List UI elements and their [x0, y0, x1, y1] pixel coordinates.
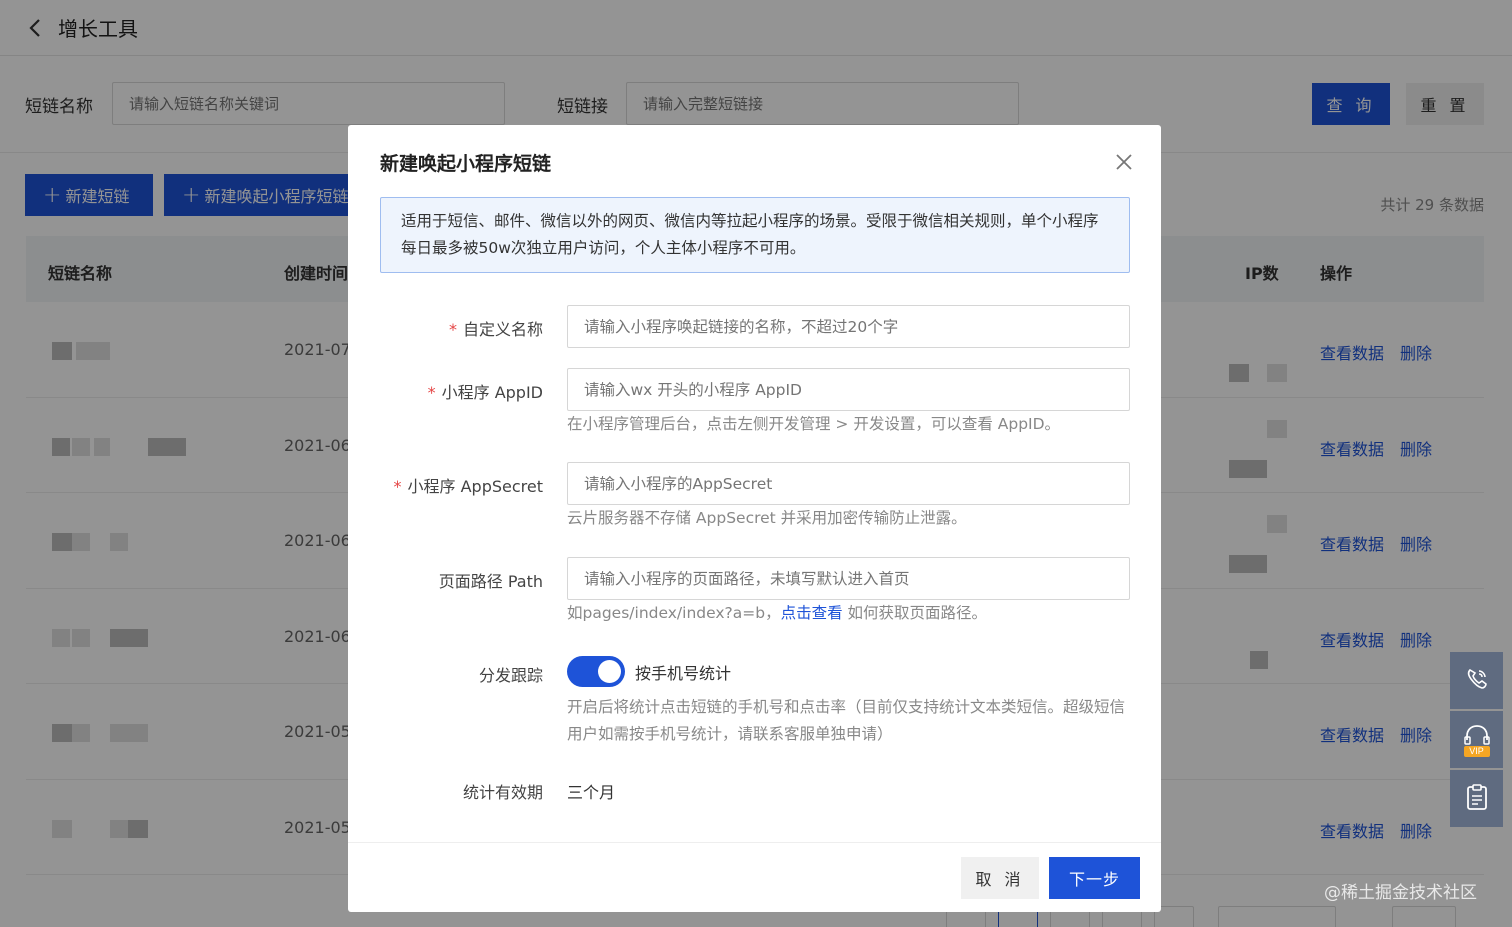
phone-icon	[1464, 666, 1490, 696]
next-step-button[interactable]: 下一步	[1049, 857, 1140, 899]
tracking-hint: 开启后将统计点击短链的手机号和点击率（目前仅支持统计文本类短信。超级短信用户如需…	[567, 698, 1126, 743]
cancel-button[interactable]: 取 消	[961, 857, 1039, 899]
vip-headset-icon: VIP	[1462, 724, 1492, 757]
custom-name-label: * 自定义名称	[448, 320, 543, 339]
clipboard-icon	[1465, 783, 1489, 815]
appid-hint: 在小程序管理后台，点击左侧开发管理 > 开发设置，可以查看 AppID。	[567, 415, 1061, 433]
required-mark: *	[427, 383, 436, 402]
info-notice: 适用于短信、邮件、微信以外的网页、微信内等拉起小程序的场景。受限于微信相关规则，…	[380, 197, 1130, 273]
clipboard-button[interactable]	[1450, 770, 1503, 827]
validity-label: 统计有效期	[462, 783, 543, 802]
vip-service-button[interactable]: VIP	[1450, 711, 1503, 768]
appsecret-hint: 云片服务器不存储 AppSecret 并采用加密传输防止泄露。	[567, 509, 967, 527]
vip-badge: VIP	[1463, 745, 1490, 757]
appid-label: * 小程序 AppID	[427, 383, 543, 402]
path-label: 页面路径 Path	[438, 572, 543, 591]
required-mark: *	[448, 320, 457, 339]
phone-tracking-toggle[interactable]	[567, 656, 625, 687]
appsecret-label: * 小程序 AppSecret	[393, 477, 544, 496]
appsecret-input[interactable]	[567, 462, 1130, 505]
custom-name-input[interactable]	[567, 305, 1130, 348]
phone-button[interactable]	[1450, 652, 1503, 709]
path-hint: 如pages/index/index?a=b，点击查看 如何获取页面路径。	[567, 604, 988, 622]
toggle-knob	[598, 660, 621, 683]
phone-tracking-label: 按手机号统计	[635, 664, 732, 683]
side-float-bar: VIP	[1450, 652, 1503, 828]
dialog-footer: 取 消 下一步	[348, 842, 1161, 912]
new-miniapp-link-dialog: 新建唤起小程序短链 适用于短信、邮件、微信以外的网页、微信内等拉起小程序的场景。…	[348, 125, 1161, 912]
appid-input[interactable]	[567, 368, 1130, 411]
dialog-title: 新建唤起小程序短链	[380, 153, 552, 175]
path-input[interactable]	[567, 557, 1130, 600]
tracking-label: 分发跟踪	[478, 666, 543, 685]
validity-value: 三个月	[567, 783, 616, 802]
watermark: @稀土掘金技术社区	[1324, 883, 1477, 903]
required-mark: *	[393, 477, 402, 496]
close-icon[interactable]	[1113, 151, 1135, 173]
view-path-help-link[interactable]: 点击查看	[781, 604, 843, 622]
